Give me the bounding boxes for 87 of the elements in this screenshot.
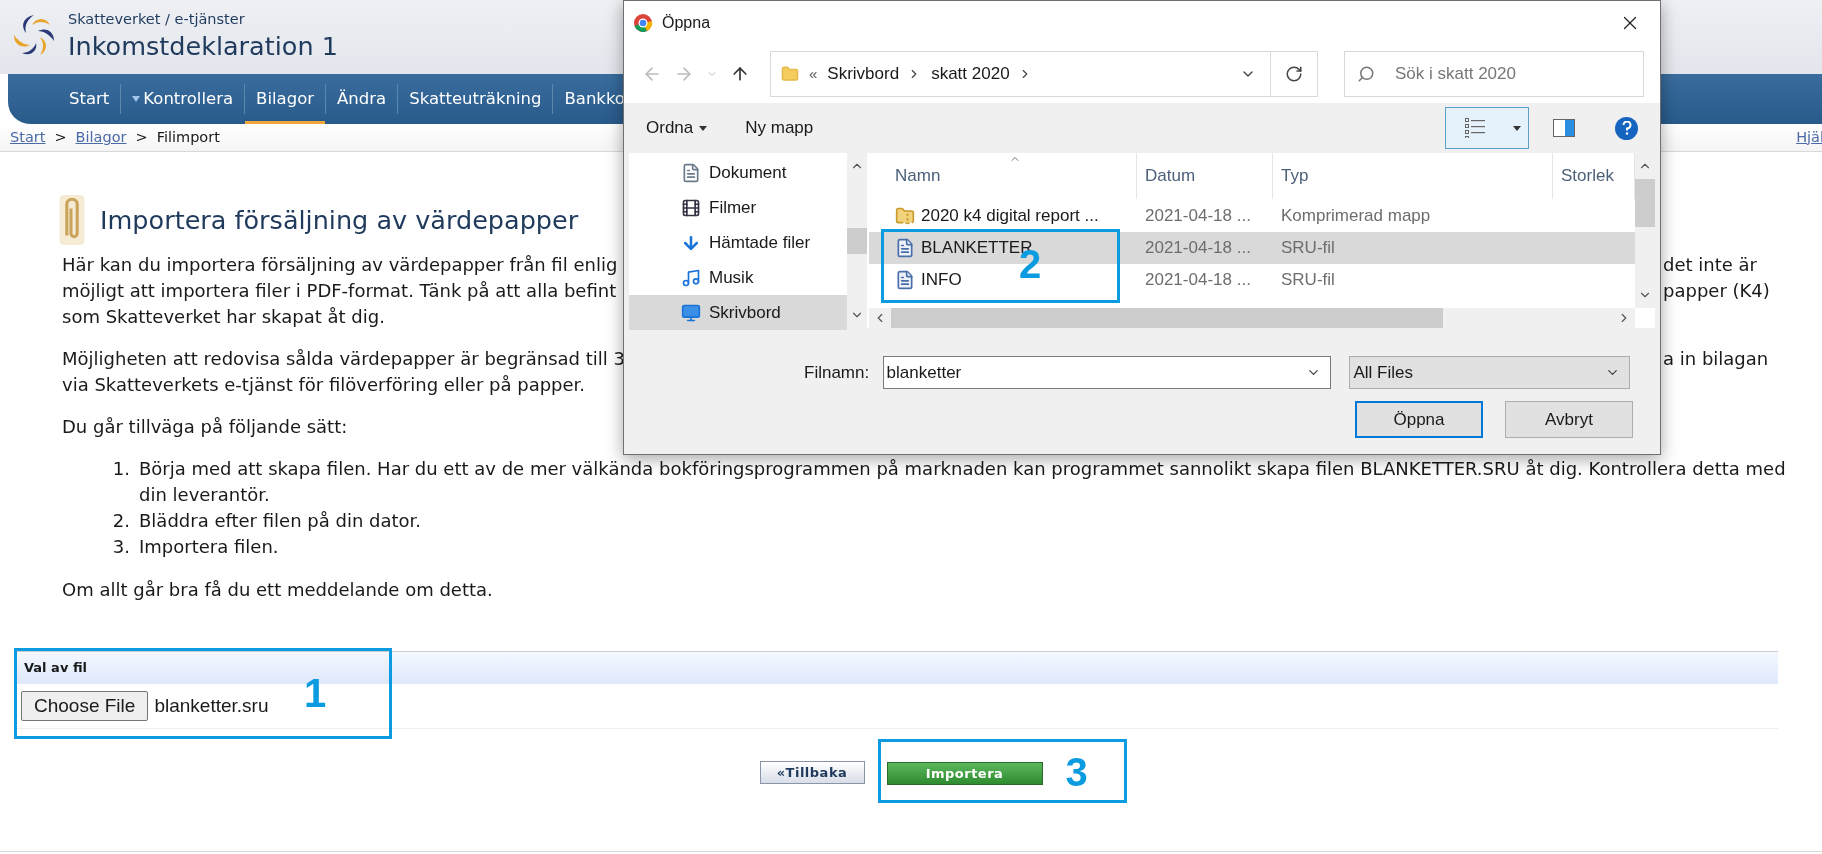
scrollbar-thumb[interactable]: [847, 228, 867, 254]
step-text: Importera filen.: [139, 535, 279, 559]
annotation-number: 3: [1065, 752, 1088, 792]
search-icon: [1357, 65, 1375, 83]
file-name: INFO: [921, 269, 962, 292]
closing-paragraph: Om allt går bra få du ett meddelande om detta.: [62, 578, 494, 602]
nav-pane-item[interactable]: Skrivbord: [629, 295, 847, 330]
nav-tab[interactable]: Kontrollera: [121, 74, 245, 124]
breadcrumb-link[interactable]: Start: [10, 126, 46, 149]
path-overflow[interactable]: «: [809, 62, 818, 86]
filename-field[interactable]: blanketter: [882, 356, 1332, 389]
step-text: Bläddra efter filen på din dator.: [139, 509, 421, 533]
caret-icon: [699, 125, 708, 131]
choose-file-button[interactable]: Choose File: [21, 691, 149, 721]
file-type: SRU-fil: [1280, 269, 1335, 292]
open-button[interactable]: Öppna: [1355, 401, 1483, 438]
music-icon: [681, 267, 701, 288]
nav-pane-item[interactable]: Dokument: [629, 155, 847, 190]
film-icon: [681, 197, 701, 218]
search-field[interactable]: Sök i skatt 2020: [1344, 51, 1644, 97]
file-icon: [895, 238, 915, 258]
organize-button[interactable]: Ordna: [646, 115, 708, 141]
paragraph-line: som Skatteverket har skapat åt dig.: [62, 305, 385, 329]
breadcrumb-separator: >: [135, 127, 148, 147]
column-header[interactable]: Typ: [1273, 153, 1553, 199]
file-type: Komprimerad mapp: [1280, 205, 1431, 228]
column-header[interactable]: Namn: [869, 153, 1137, 199]
preview-pane-icon[interactable]: [1553, 119, 1575, 137]
nav-pane-item[interactable]: Filmer: [629, 190, 847, 225]
browser-icon: [633, 13, 653, 33]
breadcrumb-current: Filimport: [156, 127, 220, 147]
nav-pane-item[interactable]: Musik: [629, 260, 847, 295]
nav-tab[interactable]: Skatteuträkning: [398, 74, 553, 124]
caret-icon[interactable]: [1513, 125, 1521, 131]
dialog-title: Öppna: [662, 13, 711, 33]
nav-tab[interactable]: Ändra: [326, 74, 398, 124]
file-icon: [895, 270, 915, 290]
file-type-select[interactable]: All Files: [1349, 356, 1630, 389]
nav-pane-item[interactable]: Hämtade filer: [629, 225, 847, 260]
selected-file-name: blanketter.sru: [154, 693, 269, 718]
view-button[interactable]: [1445, 107, 1529, 149]
desktop-icon: [681, 302, 701, 323]
refresh-icon[interactable]: [1285, 65, 1303, 83]
scrollbar-thumb[interactable]: [1635, 179, 1655, 227]
paragraph-line: Här kan du importera försäljning av värdepapper från fil enlig: [62, 253, 618, 277]
file-date: 2021-04-18 ...: [1144, 269, 1252, 292]
paragraph-line: Du går tillväga på följande sätt:: [62, 415, 348, 439]
step-number: 3.: [111, 535, 131, 559]
horizontal-scrollbar[interactable]: [869, 308, 1635, 328]
file-row[interactable]: 2020 k4 digital report ... 2021-04-18 ... Komprimerad mapp: [869, 200, 1635, 232]
new-folder-button[interactable]: Ny mapp: [745, 115, 814, 141]
help-icon[interactable]: [1615, 116, 1638, 140]
page-title: Inkomstdeklaration 1: [68, 30, 338, 61]
paragraph-line: papper (K4): [1663, 279, 1771, 303]
breadcrumb-link[interactable]: Bilagor: [75, 126, 127, 149]
paragraph-line: via Skatteverkets e-tjänst för filöverföring eller på papper.: [62, 373, 586, 397]
step-number: 1.: [111, 457, 131, 481]
file-type: SRU-fil: [1280, 237, 1335, 260]
file-date: 2021-04-18 ...: [1144, 205, 1252, 228]
path-segment[interactable]: Skrivbord: [827, 61, 900, 87]
scrollbar-thumb[interactable]: [891, 308, 1443, 328]
breadcrumb-separator: >: [54, 127, 67, 147]
file-section-title: Val av fil: [24, 659, 87, 678]
paragraph-line: möjligt att importera filer i PDF-format. Tänk på att alla befint: [62, 279, 617, 303]
step-text: Börja med att skapa filen. Har du ett av de mer välkända bokföringsprogrammen på marknaden kan programmet sannolikt skapa filen BLANKETTER.SRU åt dig. Kontrollera detta med din leverantör.: [139, 457, 1787, 507]
section-heading: Importera försäljning av värdepapper: [100, 207, 579, 233]
path-segment[interactable]: skatt 2020: [931, 61, 1010, 87]
paragraph-line: det inte är: [1663, 253, 1758, 277]
help-link[interactable]: Hjäl: [1796, 126, 1822, 149]
document-icon: [681, 162, 701, 183]
service-name: Skatteverket / e-tjänster: [68, 10, 246, 30]
nav-tab[interactable]: Start: [58, 74, 121, 124]
cancel-button[interactable]: Avbryt: [1505, 401, 1633, 438]
paperclip-icon: [58, 194, 86, 246]
zip-folder-icon: [895, 206, 915, 226]
step-number: 2.: [111, 509, 131, 533]
column-header[interactable]: Datum: [1137, 153, 1273, 199]
file-date: 2021-04-18 ...: [1144, 237, 1252, 260]
back-button[interactable]: «Tillbaka: [759, 761, 865, 784]
folder-icon: [781, 65, 799, 83]
annotation-number: 1: [304, 673, 327, 713]
details-view-icon: [1465, 118, 1486, 138]
filename-label: Filnamn:: [804, 361, 871, 384]
paragraph-line: Möjligheten att redovisa sålda värdepapper är begränsad till 3: [62, 347, 625, 371]
paragraph-line: a in bilagan: [1663, 347, 1770, 371]
file-name: 2020 k4 digital report ...: [921, 205, 1099, 228]
address-bar[interactable]: « Skrivbord skatt 2020: [770, 51, 1318, 97]
